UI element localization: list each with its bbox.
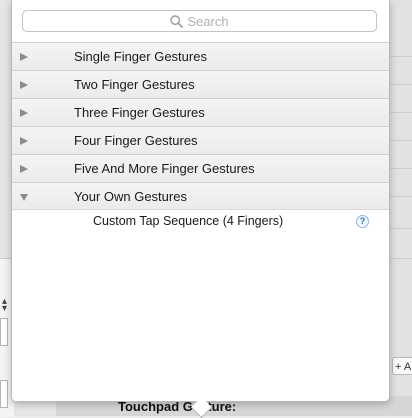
gesture-item-custom-tap-sequence[interactable]: Custom Tap Sequence (4 Fingers) ? bbox=[12, 208, 389, 234]
group-four-finger[interactable]: Four Finger Gestures bbox=[12, 126, 389, 154]
group-five-and-more-finger[interactable]: Five And More Finger Gestures bbox=[12, 154, 389, 182]
group-label: Four Finger Gestures bbox=[74, 133, 198, 148]
disclosure-triangle-right-icon[interactable] bbox=[19, 164, 29, 174]
left-field[interactable] bbox=[0, 380, 8, 408]
add-button[interactable]: + A bbox=[392, 357, 412, 375]
search-icon bbox=[170, 14, 184, 28]
gesture-group-list: Single Finger Gestures Two Finger Gestur… bbox=[12, 42, 389, 210]
group-label: Five And More Finger Gestures bbox=[74, 161, 255, 176]
group-two-finger[interactable]: Two Finger Gestures bbox=[12, 70, 389, 98]
group-single-finger[interactable]: Single Finger Gestures bbox=[12, 42, 389, 70]
group-your-own-gestures[interactable]: Your Own Gestures bbox=[12, 182, 389, 210]
disclosure-triangle-right-icon[interactable] bbox=[19, 80, 29, 90]
group-three-finger[interactable]: Three Finger Gestures bbox=[12, 98, 389, 126]
search-area: Search bbox=[12, 0, 389, 43]
left-field[interactable] bbox=[0, 318, 8, 346]
search-input[interactable]: Search bbox=[22, 10, 377, 32]
gesture-item-label: Custom Tap Sequence (4 Fingers) bbox=[93, 214, 284, 228]
group-label: Single Finger Gestures bbox=[74, 49, 207, 64]
disclosure-triangle-right-icon[interactable] bbox=[19, 52, 29, 62]
disclosure-triangle-down-icon[interactable] bbox=[19, 192, 29, 202]
gesture-picker-popover: Search Single Finger Gestures Two Finger… bbox=[11, 0, 390, 402]
search-placeholder: Search bbox=[187, 13, 229, 29]
group-label: Two Finger Gestures bbox=[74, 77, 195, 92]
group-label: Three Finger Gestures bbox=[74, 105, 205, 120]
help-icon[interactable]: ? bbox=[356, 215, 369, 228]
right-panel bbox=[390, 0, 412, 416]
group-label: Your Own Gestures bbox=[74, 189, 187, 204]
disclosure-triangle-right-icon[interactable] bbox=[19, 108, 29, 118]
disclosure-triangle-right-icon[interactable] bbox=[19, 136, 29, 146]
